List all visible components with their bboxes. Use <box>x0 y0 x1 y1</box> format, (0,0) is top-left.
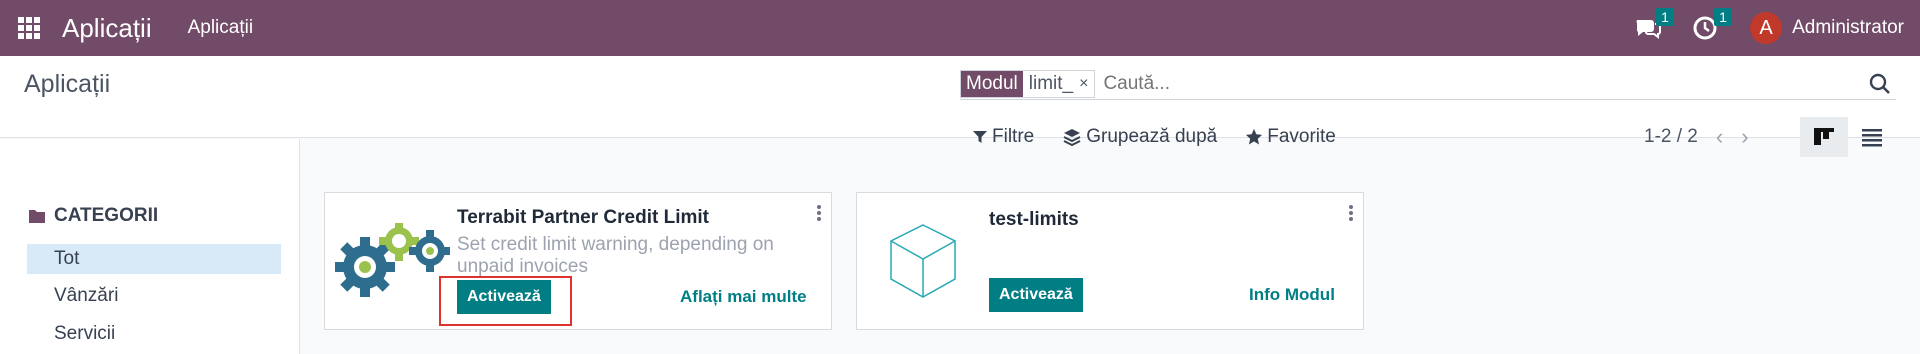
activities-badge: 1 <box>1714 8 1732 26</box>
categories-header: CATEGORII <box>28 205 158 227</box>
sidebar-item-tot[interactable]: Tot <box>27 244 281 274</box>
apps-grid-icon[interactable] <box>18 17 40 39</box>
kebab-menu-icon[interactable] <box>814 203 824 223</box>
kanban-view-button[interactable] <box>1800 117 1848 157</box>
search-icon[interactable] <box>1868 72 1892 96</box>
activate-button[interactable]: Activează <box>457 280 551 314</box>
sidebar-item-vanzari[interactable]: Vânzări <box>27 281 281 311</box>
learn-more-link[interactable]: Aflați mai multe <box>680 287 807 307</box>
favorites-button[interactable]: Favorite <box>1245 126 1336 148</box>
filter-icon <box>973 131 987 143</box>
list-view-button[interactable] <box>1848 117 1896 157</box>
search-options: Filtre Grupează după Favorite <box>972 126 1364 148</box>
top-navbar: Aplicații Aplicații 1 1 A Administrator <box>0 0 1920 56</box>
category-sidebar: CATEGORII Tot Vânzări Servicii <box>0 139 300 354</box>
search-bar[interactable]: Modul limit_ × <box>960 68 1896 100</box>
activate-button[interactable]: Activează <box>989 278 1083 312</box>
pager-previous-icon[interactable]: ‹ <box>1716 124 1723 150</box>
module-card[interactable]: test-limits Activează Info Modul <box>856 192 1364 330</box>
control-panel: Aplicații Modul limit_ × Filtre Grupează… <box>0 56 1920 157</box>
facet-remove-icon[interactable]: × <box>1079 71 1094 97</box>
module-title: test-limits <box>989 209 1079 230</box>
pager-value[interactable]: 1-2 / 2 <box>1644 126 1698 148</box>
messages-button[interactable]: 1 <box>1634 8 1674 42</box>
page-title: Aplicații <box>24 70 111 98</box>
view-switcher <box>1800 117 1896 157</box>
filters-label: Filtre <box>992 126 1035 147</box>
filters-button[interactable]: Filtre <box>972 126 1034 148</box>
module-title: Terrabit Partner Credit Limit <box>457 207 709 228</box>
user-menu[interactable]: Administrator <box>1792 17 1904 39</box>
facet-label: Modul <box>961 70 1023 97</box>
navbar-systray: 1 1 A Administrator <box>1634 0 1920 56</box>
star-icon <box>1246 128 1263 145</box>
cube-icon <box>890 224 956 298</box>
app-brand[interactable]: Aplicații <box>62 13 152 44</box>
layers-icon <box>1063 129 1081 147</box>
facet-value: limit_ <box>1022 70 1080 97</box>
kanban-icon <box>1814 128 1834 145</box>
kebab-menu-icon[interactable] <box>1346 203 1356 223</box>
gears-icon <box>335 223 450 297</box>
search-input[interactable] <box>1103 72 1896 95</box>
messages-badge: 1 <box>1656 8 1674 26</box>
activities-button[interactable]: 1 <box>1692 8 1732 42</box>
pager: 1-2 / 2 ‹ › <box>1644 124 1749 150</box>
pager-next-icon[interactable]: › <box>1741 124 1748 150</box>
group-by-label: Grupează după <box>1086 126 1218 147</box>
module-description: Set credit limit warning, depending on u… <box>457 234 774 277</box>
favorites-label: Favorite <box>1267 126 1336 147</box>
search-facet: Modul limit_ × <box>960 69 1096 98</box>
module-info-link[interactable]: Info Modul <box>1249 285 1335 305</box>
categories-label: CATEGORII <box>54 205 159 226</box>
folder-icon <box>29 210 45 223</box>
module-card[interactable]: Terrabit Partner Credit Limit Set credit… <box>324 192 832 330</box>
list-icon <box>1862 129 1882 147</box>
sidebar-item-servicii[interactable]: Servicii <box>27 319 281 349</box>
group-by-button[interactable]: Grupează după <box>1062 126 1217 148</box>
nav-menu-aplicatii[interactable]: Aplicații <box>188 17 253 39</box>
avatar[interactable]: A <box>1750 12 1783 44</box>
